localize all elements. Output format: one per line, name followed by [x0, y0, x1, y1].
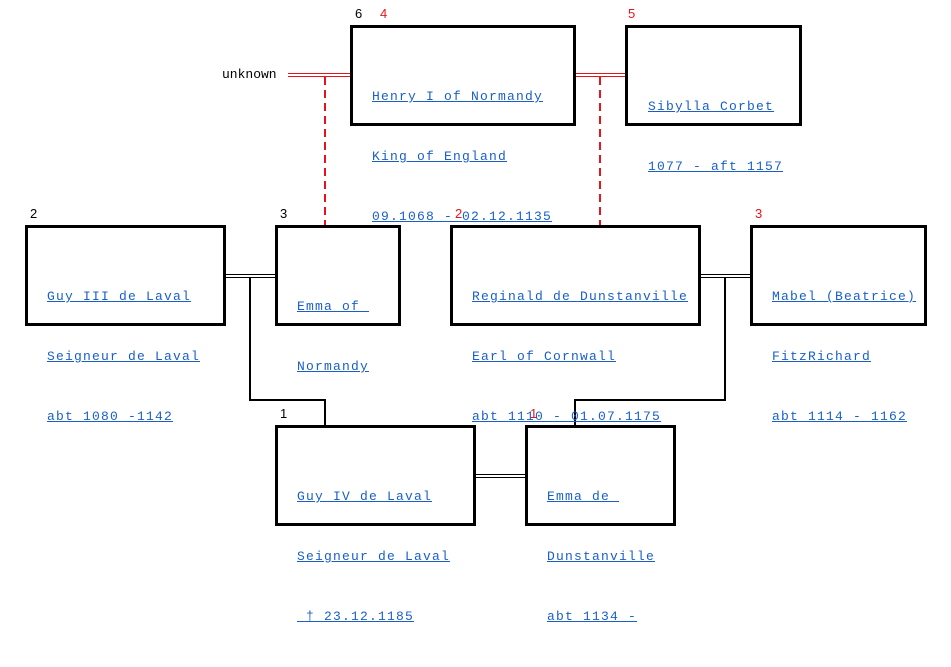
person-name-link[interactable]: FitzRichard — [772, 347, 871, 367]
person-dates-link[interactable]: abt 1110 - 01.07.1175 — [472, 407, 661, 427]
person-title-link[interactable]: Earl of Cornwall — [472, 347, 616, 367]
generation-number: 2 — [30, 206, 38, 221]
generation-number: 2 — [455, 206, 463, 221]
person-box-sibylla[interactable]: Sibylla Corbet 1077 - aft 1157 — [625, 25, 802, 174]
person-box-reginald[interactable]: Reginald de Dunstanville Earl of Cornwal… — [450, 225, 701, 424]
person-dates-link[interactable]: abt 1080 -1142 — [47, 407, 173, 427]
person-dates-link[interactable]: 1077 - aft 1157 — [648, 157, 783, 177]
person-box-mabel[interactable]: Mabel (Beatrice) FitzRichard abt 1114 - … — [750, 225, 927, 424]
person-box-emma-dunstanville[interactable]: Emma de Dunstanville abt 1134 - — [525, 425, 676, 624]
generation-number: 5 — [628, 6, 636, 21]
person-name-link[interactable]: Normandy — [297, 357, 369, 377]
person-name-link[interactable]: Emma de — [547, 487, 619, 507]
person-name-link[interactable]: Mabel (Beatrice) — [772, 287, 916, 307]
person-title-link[interactable]: Seigneur de Laval — [297, 547, 450, 567]
person-dates-link[interactable]: † 23.12.1185 — [297, 607, 414, 627]
generation-number: 4 — [380, 6, 388, 21]
person-name-link[interactable]: Guy IV de Laval — [297, 487, 432, 507]
person-dates-link[interactable]: abt 1114 - 1162 — [772, 407, 907, 427]
person-box-henry[interactable]: Henry I of Normandy King of England 09.1… — [350, 25, 576, 224]
generation-number: 1 — [280, 406, 288, 421]
person-box-emma-normandy[interactable]: Emma of Normandy — [275, 225, 401, 374]
person-box-guy4[interactable]: Guy IV de Laval Seigneur de Laval † 23.1… — [275, 425, 476, 624]
person-box-guy3[interactable]: Guy III de Laval Seigneur de Laval abt 1… — [25, 225, 226, 424]
generation-number: 3 — [755, 206, 763, 221]
person-title-link[interactable]: Seigneur de Laval — [47, 347, 200, 367]
person-name-link[interactable]: Reginald de Dunstanville — [472, 287, 688, 307]
person-name-link[interactable]: Guy III de Laval — [47, 287, 191, 307]
person-title-link[interactable]: King of England — [372, 147, 507, 167]
person-dates-link[interactable]: abt 1134 - — [547, 607, 637, 627]
generation-number: 3 — [280, 206, 288, 221]
person-name-link[interactable]: Sibylla Corbet — [648, 97, 774, 117]
person-name-link[interactable]: Dunstanville — [547, 547, 655, 567]
person-name-link[interactable]: Henry I of Normandy — [372, 87, 543, 107]
generation-number: 1 — [530, 406, 538, 421]
unknown-spouse-label: unknown — [222, 67, 277, 82]
person-name-link[interactable]: Emma of — [297, 297, 369, 317]
generation-number: 6 — [355, 6, 363, 21]
